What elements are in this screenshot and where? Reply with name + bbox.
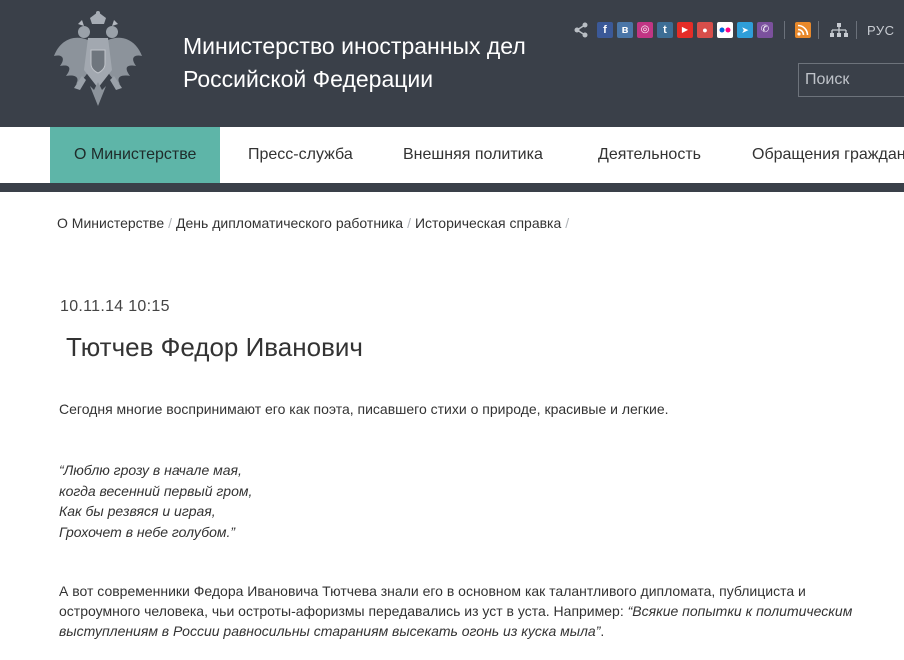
poem-line: Грохочет в небе голубом.” xyxy=(59,523,236,540)
nav-item-citizen-appeals[interactable]: Обращения граждан xyxy=(728,127,904,183)
article-paragraph: А вот современники Федора Ивановича Тютч… xyxy=(59,581,889,641)
poem-line: “Люблю грозу в начале мая, xyxy=(59,462,242,478)
youtube-icon[interactable]: ▶ xyxy=(677,22,693,38)
ministry-title-line1[interactable]: Министерство иностранных дел xyxy=(183,30,526,63)
nav-item-activity[interactable]: Деятельность xyxy=(574,127,725,183)
share-icon[interactable] xyxy=(572,21,590,39)
paragraph-end: . xyxy=(600,623,605,639)
nav-item-about[interactable]: О Министерстве xyxy=(50,127,221,183)
periscope-icon[interactable]: ● xyxy=(697,22,713,38)
breadcrumb-link-history[interactable]: Историческая справка xyxy=(415,215,561,231)
sitemap-icon[interactable] xyxy=(829,22,849,38)
tumblr-icon[interactable]: t xyxy=(657,22,673,38)
vk-icon[interactable]: в xyxy=(617,22,633,38)
social-bar: f в ◎ t ▶ ● ➤ ✆ РУС xyxy=(572,19,895,41)
search-input[interactable] xyxy=(805,64,904,96)
article-title: Тютчев Федор Иванович xyxy=(66,332,363,362)
search-box xyxy=(798,63,904,97)
main-nav: О Министерстве Пресс-служба Внешняя поли… xyxy=(0,127,904,183)
poem-line: когда весенний первый гром, xyxy=(59,482,253,499)
site-header: Министерство иностранных дел Российской … xyxy=(0,0,904,127)
nav-item-foreign-policy[interactable]: Внешняя политика xyxy=(379,127,567,183)
coat-of-arms-logo[interactable] xyxy=(52,10,144,110)
nav-item-press[interactable]: Пресс-служба xyxy=(224,127,377,183)
divider xyxy=(818,21,819,39)
viber-icon[interactable]: ✆ xyxy=(757,22,773,38)
poem-quote: “Люблю грозу в начале мая, когда весенни… xyxy=(59,460,252,542)
ministry-title-line2[interactable]: Российской Федерации xyxy=(183,63,526,96)
facebook-icon[interactable]: f xyxy=(597,22,613,38)
breadcrumb-link-diplomat-day[interactable]: День дипломатического работника xyxy=(176,215,403,231)
nav-divider-bar xyxy=(0,183,904,192)
article-paragraph: Сегодня многие воспринимают его как поэт… xyxy=(59,401,669,417)
article-date: 10.11.14 10:15 xyxy=(60,298,170,315)
ministry-title[interactable]: Министерство иностранных дел Российской … xyxy=(183,30,526,96)
divider xyxy=(784,21,785,39)
breadcrumb: О Министерстве / День дипломатического раб… xyxy=(57,215,573,231)
poem-line: Как бы резвяся и играя, xyxy=(59,503,216,519)
divider xyxy=(856,21,857,39)
flickr-icon[interactable] xyxy=(717,22,733,38)
breadcrumb-separator: / xyxy=(565,215,570,231)
rss-icon[interactable] xyxy=(795,22,811,38)
instagram-icon[interactable]: ◎ xyxy=(637,22,653,38)
telegram-icon[interactable]: ➤ xyxy=(737,22,753,38)
breadcrumb-link-about[interactable]: О Министерстве xyxy=(57,215,164,231)
language-switch[interactable]: РУС xyxy=(867,23,895,38)
breadcrumb-separator: / xyxy=(168,215,173,231)
breadcrumb-separator: / xyxy=(407,215,411,231)
